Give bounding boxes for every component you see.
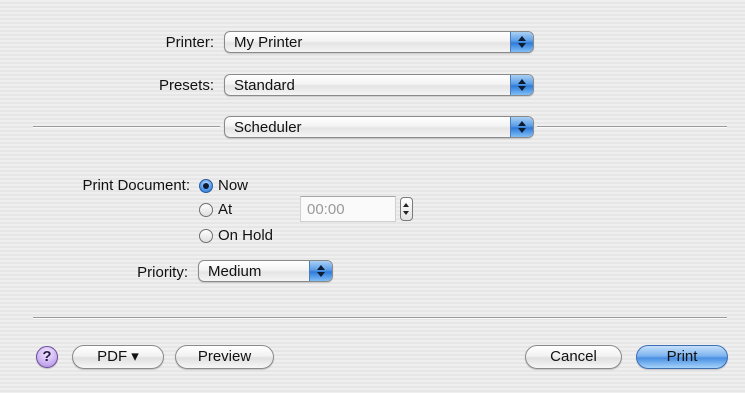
help-button[interactable]: ? [36,346,58,368]
radio-now[interactable]: Now [199,177,279,197]
printer-label: Printer: [165,34,214,51]
popup-arrows-icon [510,75,533,95]
presets-popup[interactable]: Standard [224,74,534,96]
print-button[interactable]: Print [636,345,728,369]
priority-popup-value: Medium [208,263,262,280]
presets-popup-value: Standard [234,77,295,94]
priority-label: Priority: [137,264,188,281]
printer-popup[interactable]: My Printer [224,31,534,53]
preview-button[interactable]: Preview [175,345,274,369]
printer-popup-value: My Printer [234,34,303,51]
separator-bottom [33,317,727,319]
pdf-button[interactable]: PDF ▾ [72,345,164,369]
presets-label: Presets: [158,77,214,94]
print-document-label: Print Document: [82,177,190,194]
radio-on-hold-label: On Hold [218,227,274,244]
radio-at-label: At [218,201,233,218]
time-stepper[interactable] [400,197,413,221]
priority-popup[interactable]: Medium [198,260,333,282]
cancel-button[interactable]: Cancel [525,345,622,369]
popup-arrows-icon [510,32,533,52]
radio-on-hold-button[interactable] [199,229,213,243]
radio-at-button[interactable] [199,203,213,217]
panel-popup-value: Scheduler [234,119,302,136]
panel-popup[interactable]: Scheduler [224,116,534,138]
separator-right [537,126,727,128]
radio-at[interactable]: At [199,201,279,221]
radio-on-hold[interactable]: On Hold [199,227,309,247]
popup-arrows-icon [309,261,332,281]
popup-arrows-icon [510,117,533,137]
radio-now-button[interactable] [199,179,213,193]
separator-left [33,126,220,128]
radio-now-label: Now [218,177,249,194]
time-input[interactable]: 00:00 [300,196,396,222]
